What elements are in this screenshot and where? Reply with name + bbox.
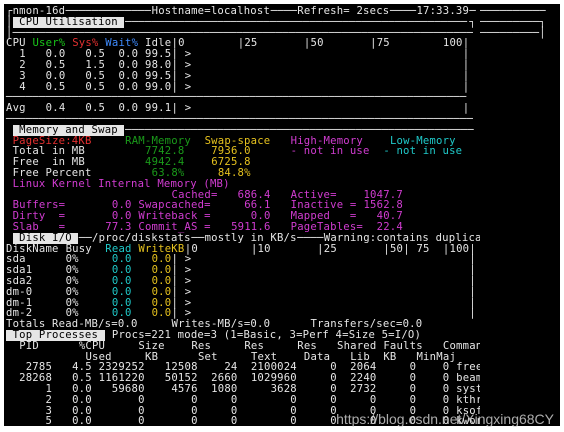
nmon-terminal-screenshot: ┌ nmon-16d ───────────── Hostname=localhost… <box>0 0 564 432</box>
process-res-text: 0 <box>204 415 238 426</box>
process-size: 0 <box>92 393 145 406</box>
process-col-header: Command <box>442 339 480 352</box>
disk-scale-75: 75 <box>416 242 430 255</box>
process-cpu: 0.0 <box>58 393 92 406</box>
bar-start: | <box>171 285 179 298</box>
process-res-set: 0 <box>151 393 198 406</box>
disk-section-title: Disk I/O <box>12 231 79 244</box>
high-total: - not in use <box>290 145 370 158</box>
process-res-data: 0 <box>237 393 297 406</box>
disk-warning: Warning:contains duplicates <box>323 231 480 244</box>
divider: ────────────────────────────────────────… <box>6 91 467 104</box>
section-rule: ── <box>191 231 205 244</box>
memory-section-title: Memory and Swap <box>12 123 125 136</box>
scale-sep: | <box>237 37 245 50</box>
process-lib: 0 <box>303 393 337 406</box>
cpu-scale-25: 25 <box>244 37 258 50</box>
process-col-header: Res <box>244 339 265 352</box>
process-size: 0 <box>92 415 145 426</box>
cpu-scale-100: 100 <box>442 37 463 50</box>
process-col-header: Shared <box>337 339 377 352</box>
border: │ <box>6 15 13 28</box>
bar-start: | <box>171 69 179 82</box>
scale-sep: | <box>250 242 258 255</box>
process-col-header: Res <box>297 339 317 352</box>
disk-busy: 0% <box>65 285 79 298</box>
cpu-border-end: ─────────│ <box>480 26 546 39</box>
bar-end: | <box>469 285 476 298</box>
process-col-header: PID <box>19 339 39 352</box>
cpu-bar: > <box>184 69 192 82</box>
low-total: - not in use <box>383 145 463 158</box>
scale-sep: | <box>303 37 311 50</box>
process-shared: 0 <box>343 393 377 406</box>
section-rule: ── <box>78 231 92 244</box>
cpu-border-end: ─────────┐ <box>480 15 546 28</box>
process-faults-min: 0 <box>383 393 417 406</box>
cpu-scale-75: 75 <box>376 37 390 50</box>
terminal-window: ┌ nmon-16d ───────────── Hostname=localhost… <box>4 4 480 426</box>
cpu-wait: 0.0 <box>111 69 139 82</box>
scale-sep: | <box>403 242 410 255</box>
disk-name: dm-0 <box>6 285 33 298</box>
disk-scale-100: 100 <box>449 242 470 255</box>
cpu-sys: 0.5 <box>78 69 106 82</box>
process-command: kthreadd <box>456 393 480 406</box>
process-lib: 0 <box>303 415 337 426</box>
process-pid: 2 <box>6 393 53 406</box>
process-cpu: 0.0 <box>58 415 92 426</box>
disk-read: 0.0 <box>105 285 132 298</box>
process-faults-maj: 0 <box>416 393 450 406</box>
disk-scale-10: 10 <box>257 242 271 255</box>
disk-bar: > <box>184 285 192 298</box>
disk-units: mostly in KB/s <box>204 231 297 244</box>
bar-end: | <box>462 69 470 82</box>
section-rule: ────────────────────────────────────────… <box>125 123 474 136</box>
process-res-set: 0 <box>151 415 198 426</box>
process-col-header: Size <box>138 339 165 352</box>
kernel-memory-title: Linux Kernel Internal Memory (MB) <box>12 177 230 190</box>
section-rule: ──── <box>297 231 324 244</box>
process-col-header: %CPU <box>78 339 106 352</box>
cpu-user: 0.0 <box>39 69 66 82</box>
cpu-idle: 99.5 <box>145 69 172 82</box>
process-col-header: Res <box>191 339 212 352</box>
scale-sep: | <box>383 242 390 255</box>
cpu-scale-0: 0 <box>178 37 185 50</box>
scale-sep: | <box>317 242 324 255</box>
cpu-id: 3 <box>19 69 26 82</box>
border: ┐ <box>469 15 476 28</box>
disk-scale-50: 50 <box>389 242 404 255</box>
scale-sep: | <box>442 242 450 255</box>
process-col-header: Faults <box>383 339 423 352</box>
disk-write: 0.0 <box>145 307 172 320</box>
terminal-right-edge: ────────── ─────────┐ ─────────│ <box>480 4 560 426</box>
section-rule: ────────────────────────────────────────… <box>125 15 468 28</box>
disk-path: /proc/diskstats <box>92 231 191 244</box>
cpu-scale-50: 50 <box>310 37 324 50</box>
process-res-text: 0 <box>204 393 238 406</box>
disk-write: 0.0 <box>145 285 172 298</box>
cpu-section-title: CPU Utilisation <box>12 15 125 28</box>
blog-watermark: https://blog.csdn.net/Xingxing68CY <box>336 411 554 427</box>
scale-sep: | <box>370 37 377 50</box>
disk-scale-25: 25 <box>323 242 337 255</box>
process-pid: 5 <box>6 415 53 426</box>
disk-scale-0: 0 <box>191 242 198 255</box>
process-res-data: 0 <box>237 415 297 426</box>
bar-end: | <box>469 307 476 320</box>
